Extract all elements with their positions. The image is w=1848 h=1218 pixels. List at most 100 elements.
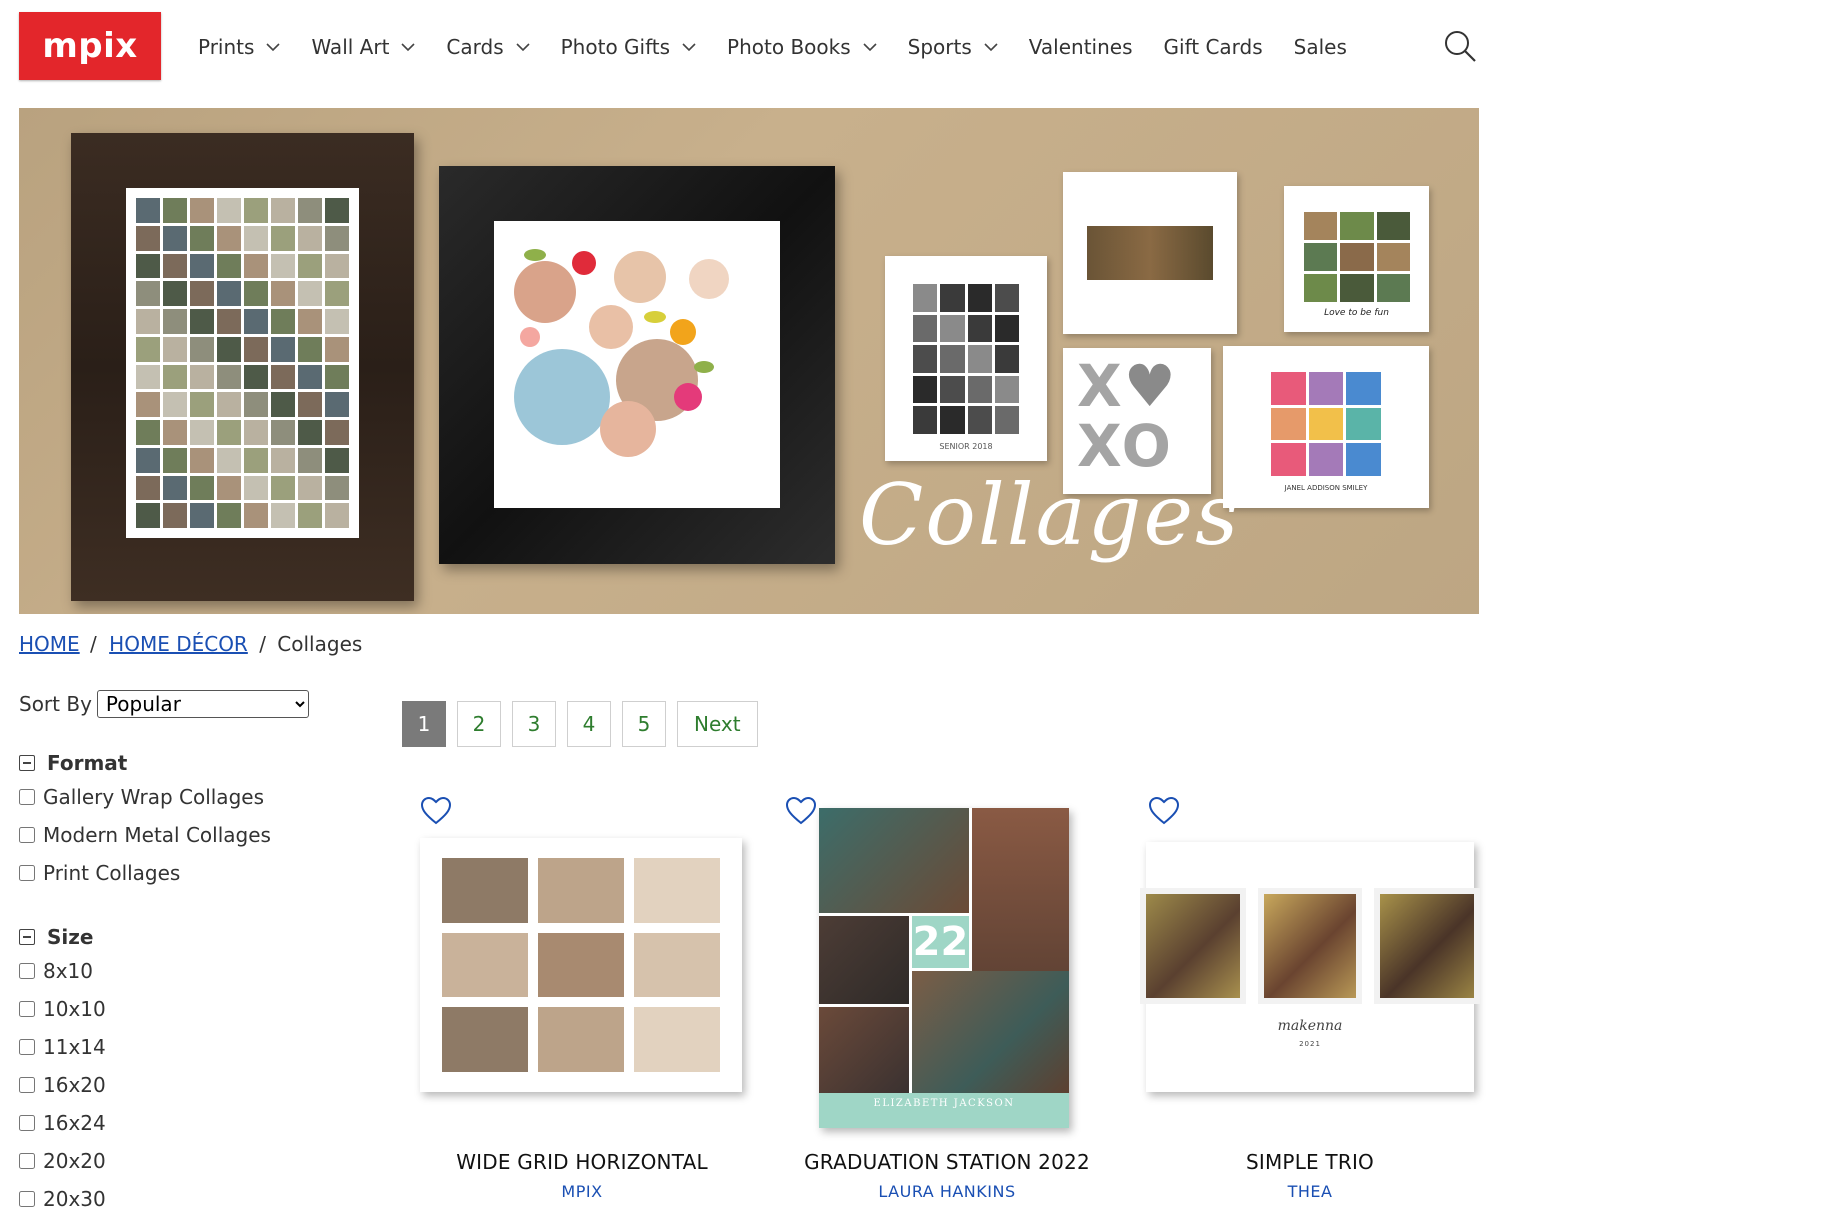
nav-item-label: Cards xyxy=(446,35,504,59)
photo-circle xyxy=(514,261,576,323)
photo-tile xyxy=(271,225,295,251)
filter-checkbox[interactable] xyxy=(19,1001,35,1017)
photo-tile xyxy=(967,284,992,312)
nav-item-sales[interactable]: Sales xyxy=(1294,35,1347,59)
product-image[interactable]: 22 ELIZABETH JACKSON xyxy=(819,808,1069,1128)
product-title[interactable]: SIMPLE TRIO xyxy=(1140,1150,1480,1174)
filter-size-header[interactable]: Size xyxy=(19,922,106,952)
filter-option[interactable]: Gallery Wrap Collages xyxy=(19,778,271,816)
filter-option-label: 16x20 xyxy=(43,1073,106,1097)
photo-tile xyxy=(1346,443,1381,476)
photo-tile xyxy=(190,309,214,334)
filter-option[interactable]: 20x30 xyxy=(19,1180,106,1218)
portrait-photo xyxy=(912,971,1069,1093)
page-button-5[interactable]: 5 xyxy=(622,701,666,747)
filter-checkbox[interactable] xyxy=(19,1077,35,1093)
photo-tile xyxy=(298,392,322,417)
filter-checkbox[interactable] xyxy=(19,827,35,843)
filter-option[interactable]: 16x24 xyxy=(19,1104,106,1142)
filter-checkbox[interactable] xyxy=(19,1191,35,1207)
nav-item-photo-books[interactable]: Photo Books xyxy=(727,35,877,59)
photo-tile xyxy=(913,406,938,434)
product-title[interactable]: GRADUATION STATION 2022 xyxy=(777,1150,1117,1174)
nav-item-gift-cards[interactable]: Gift Cards xyxy=(1164,35,1263,59)
product-image[interactable]: makenna 2021 xyxy=(1146,842,1474,1092)
product-designer[interactable]: LAURA HANKINS xyxy=(777,1182,1117,1201)
photo-tile xyxy=(136,503,160,528)
filter-checkbox[interactable] xyxy=(19,1115,35,1131)
search-icon[interactable] xyxy=(1442,28,1478,64)
filter-format-header[interactable]: Format xyxy=(19,748,271,778)
page-button-3[interactable]: 3 xyxy=(512,701,556,747)
photo-tile xyxy=(967,345,992,373)
filter-option[interactable]: 11x14 xyxy=(19,1028,106,1066)
product-designer[interactable]: THEA xyxy=(1140,1182,1480,1201)
hero-banner[interactable]: SENIOR 2018 Love to be fun X♥ XO JANEL AD… xyxy=(19,108,1479,614)
photo-tile xyxy=(994,284,1019,312)
number-tile: 22 xyxy=(912,916,969,968)
breadcrumb-home-link[interactable]: HOME xyxy=(19,632,80,656)
nav-item-prints[interactable]: Prints xyxy=(198,35,281,59)
filter-checkbox[interactable] xyxy=(19,789,35,805)
photo-tile xyxy=(538,858,624,923)
photo-tile xyxy=(190,364,214,390)
product-title[interactable]: WIDE GRID HORIZONTAL xyxy=(412,1150,752,1174)
nav-item-sports[interactable]: Sports xyxy=(908,35,998,59)
sort-select[interactable]: Popular xyxy=(96,690,309,718)
photo-tile xyxy=(538,1007,624,1072)
heart-icon[interactable] xyxy=(1148,796,1180,826)
filter-checkbox[interactable] xyxy=(19,865,35,881)
breadcrumb-decor-link[interactable]: HOME DÉCOR xyxy=(109,632,248,656)
filter-option[interactable]: 16x20 xyxy=(19,1066,106,1104)
page-button-1[interactable]: 1 xyxy=(402,701,446,747)
page-button-4[interactable]: 4 xyxy=(567,701,611,747)
page-button-2[interactable]: 2 xyxy=(457,701,501,747)
filter-option[interactable]: Modern Metal Collages xyxy=(19,816,271,854)
nav-item-wall-art[interactable]: Wall Art xyxy=(311,35,415,59)
photo-tile xyxy=(1308,443,1344,476)
photo-tile xyxy=(163,420,187,445)
framed-mosaic-collage xyxy=(71,133,414,601)
filter-option-label: 8x10 xyxy=(43,959,94,983)
photo-grid xyxy=(1304,212,1410,302)
filter-title: Size xyxy=(47,925,94,949)
heart-icon[interactable] xyxy=(785,796,817,826)
mpix-logo[interactable]: mpix xyxy=(19,12,161,80)
heart-icon[interactable] xyxy=(420,796,452,826)
chevron-down-icon xyxy=(266,43,281,52)
photo-tile xyxy=(634,1007,720,1072)
nav-item-photo-gifts[interactable]: Photo Gifts xyxy=(561,35,696,59)
filter-option[interactable]: Print Collages xyxy=(19,854,271,892)
filter-option[interactable]: 8x10 xyxy=(19,952,106,990)
senior-caption: SENIOR 2018 xyxy=(939,442,993,451)
photo-tile xyxy=(1376,212,1410,240)
nav-item-cards[interactable]: Cards xyxy=(446,35,530,59)
photo-tile xyxy=(217,364,241,390)
leaf-decoration xyxy=(524,249,546,261)
product-designer[interactable]: MPIX xyxy=(412,1182,752,1201)
photo-tile xyxy=(325,198,349,223)
photo-tile xyxy=(217,253,241,279)
filter-checkbox[interactable] xyxy=(19,1039,35,1055)
filter-checkbox[interactable] xyxy=(19,1153,35,1169)
filter-option[interactable]: 20x20 xyxy=(19,1142,106,1180)
photo-tile xyxy=(136,198,160,223)
portrait-photo xyxy=(819,808,969,913)
photo-tile xyxy=(298,225,322,251)
photo-tile xyxy=(298,336,322,362)
nav-item-valentines[interactable]: Valentines xyxy=(1029,35,1133,59)
photo-tile xyxy=(298,309,322,334)
filter-option[interactable]: 10x10 xyxy=(19,990,106,1028)
pet-year: 2021 xyxy=(1299,1040,1321,1048)
collapse-icon[interactable] xyxy=(19,929,35,945)
product-image[interactable] xyxy=(420,838,742,1092)
next-page-button[interactable]: Next xyxy=(677,701,758,747)
photo-tile xyxy=(940,284,965,312)
photo-tile xyxy=(538,932,624,998)
photo-tile xyxy=(994,314,1019,343)
photo-tile xyxy=(1271,443,1306,476)
nav-item-label: Sales xyxy=(1293,35,1347,59)
filter-checkbox[interactable] xyxy=(19,963,35,979)
collapse-icon[interactable] xyxy=(19,755,35,771)
filter-title: Format xyxy=(47,751,128,775)
